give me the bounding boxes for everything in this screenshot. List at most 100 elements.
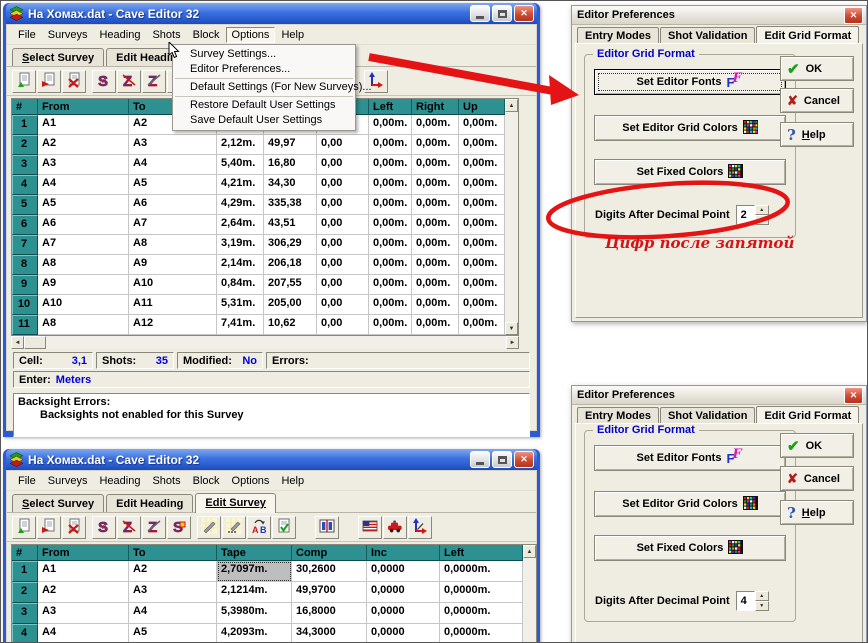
row-number-cell[interactable]: 3: [12, 155, 38, 175]
close-icon[interactable]: ✕: [844, 7, 863, 24]
book-button[interactable]: [315, 516, 339, 539]
grid-cell-up[interactable]: 0,00m.: [459, 275, 505, 295]
tab-shot-validation[interactable]: Shot Validation: [660, 27, 755, 44]
grid-cell-to[interactable]: A10: [129, 275, 217, 295]
grid-cell-inc[interactable]: 0,00: [317, 195, 369, 215]
row-number-cell[interactable]: 7: [12, 235, 38, 255]
set-editor-grid-colors-button[interactable]: Set Editor Grid Colors: [594, 491, 786, 517]
grid-cell-inc[interactable]: 0,0000: [367, 561, 440, 582]
grid-cell-from[interactable]: A3: [38, 603, 129, 624]
menu-block[interactable]: Block: [187, 27, 226, 43]
grid-cell-tape[interactable]: 2,7097m.: [217, 561, 292, 582]
grid-cell-comp[interactable]: 10,62: [264, 315, 317, 335]
grid-cell-tape[interactable]: 2,64m.: [217, 215, 264, 235]
grid-cell-to[interactable]: A6: [129, 195, 217, 215]
titlebar[interactable]: На Хомах.dat - Cave Editor 32 ✕: [6, 3, 537, 24]
minimize-button[interactable]: [470, 5, 490, 22]
grid-cell-comp[interactable]: 43,51: [264, 215, 317, 235]
menu-block[interactable]: Block: [187, 473, 226, 489]
flashlight-dots-button[interactable]: [222, 516, 246, 539]
spin-up-icon[interactable]: ▲: [755, 591, 769, 601]
grid-cell-right[interactable]: 0,00m.: [412, 255, 459, 275]
grid-cell-inc[interactable]: 0,00: [317, 275, 369, 295]
column-header-up[interactable]: Up: [459, 99, 505, 115]
digits-input[interactable]: 4: [736, 591, 755, 611]
grid-cell-left[interactable]: 0,00m.: [369, 135, 412, 155]
grid-cell-comp[interactable]: 205,00: [264, 295, 317, 315]
tab-select-survey[interactable]: Select Survey: [12, 494, 104, 512]
column-header-left[interactable]: Left: [369, 99, 412, 115]
grid-cell-from[interactable]: A3: [38, 155, 129, 175]
grid-cell-right[interactable]: 0,00m.: [412, 195, 459, 215]
tab-shot-validation[interactable]: Shot Validation: [660, 407, 755, 424]
menu-item-survey-settings[interactable]: Survey Settings...: [173, 47, 355, 62]
help-button[interactable]: ?Help: [780, 500, 854, 525]
ok-button[interactable]: ✔OK: [780, 433, 854, 458]
grid-cell-up[interactable]: 0,00m.: [459, 235, 505, 255]
grid-cell-up[interactable]: 0,00m.: [459, 255, 505, 275]
grid-cell-inc[interactable]: 0,00: [317, 255, 369, 275]
grid-cell-comp[interactable]: 16,8000: [292, 603, 367, 624]
vertical-scrollbar[interactable]: ▲ ▼: [505, 99, 518, 335]
menu-shots[interactable]: Shots: [146, 473, 186, 489]
maximize-button[interactable]: [492, 451, 512, 468]
spin-down-icon[interactable]: ▼: [755, 601, 769, 611]
scroll-down-icon[interactable]: ▼: [505, 322, 518, 335]
grid-cell-comp[interactable]: 30,2600: [292, 561, 367, 582]
row-number-cell[interactable]: 3: [12, 603, 38, 624]
grid-cell-inc[interactable]: 0,00: [317, 315, 369, 335]
grid-cell-comp[interactable]: 34,3000: [292, 624, 367, 643]
titlebar[interactable]: На Хомах.dat - Cave Editor 32 ✕: [6, 449, 537, 470]
menu-surveys[interactable]: Surveys: [42, 27, 94, 43]
menu-heading[interactable]: Heading: [93, 473, 146, 489]
grid-cell-tape[interactable]: 2,12m.: [217, 135, 264, 155]
maximize-button[interactable]: [492, 5, 512, 22]
grid-cell-left[interactable]: 0,0000m.: [440, 624, 523, 643]
vertical-scrollbar[interactable]: ▲: [523, 545, 536, 643]
horizontal-scrollbar[interactable]: ◄ ►: [11, 336, 519, 349]
row-number-cell[interactable]: 8: [12, 255, 38, 275]
insert-row-button[interactable]: [37, 70, 61, 93]
grid-cell-comp[interactable]: 49,97: [264, 135, 317, 155]
grid-cell-tape[interactable]: 2,14m.: [217, 255, 264, 275]
column-header-n[interactable]: #: [12, 545, 38, 561]
row-number-cell[interactable]: 5: [12, 195, 38, 215]
grid-cell-to[interactable]: A7: [129, 215, 217, 235]
grid-cell-from[interactable]: A9: [38, 275, 129, 295]
delete-row-button[interactable]: [62, 70, 86, 93]
tab-edit-grid-format[interactable]: Edit Grid Format: [756, 406, 859, 423]
grid-cell-right[interactable]: 0,00m.: [412, 315, 459, 335]
grid-cell-right[interactable]: 0,00m.: [412, 155, 459, 175]
grid-cell-comp[interactable]: 306,29: [264, 235, 317, 255]
grid-cell-from[interactable]: A4: [38, 175, 129, 195]
grid-cell-to[interactable]: A2: [129, 561, 217, 582]
column-header-comp[interactable]: Comp: [292, 545, 367, 561]
grid-cell-left[interactable]: 0,00m.: [369, 115, 412, 135]
grid-cell-tape[interactable]: 4,21m.: [217, 175, 264, 195]
grid-cell-up[interactable]: 0,00m.: [459, 115, 505, 135]
close-icon[interactable]: ✕: [844, 387, 863, 404]
set-editor-fonts-button[interactable]: Set Editor Fonts FF: [594, 69, 786, 95]
row-number-cell[interactable]: 4: [12, 175, 38, 195]
grid-cell-comp[interactable]: 34,30: [264, 175, 317, 195]
menu-shots[interactable]: Shots: [146, 27, 186, 43]
set-editor-fonts-button[interactable]: Set Editor Fonts FF: [594, 445, 786, 471]
scroll-left-icon[interactable]: ◄: [11, 336, 24, 349]
car-button[interactable]: [383, 516, 407, 539]
dialog-titlebar[interactable]: Editor Preferences ✕: [572, 6, 866, 25]
grid-cell-comp[interactable]: 206,18: [264, 255, 317, 275]
tab-entry-modes[interactable]: Entry Modes: [577, 27, 659, 44]
tab-select-survey[interactable]: Select Survey: [12, 48, 104, 66]
grid-cell-to[interactable]: A11: [129, 295, 217, 315]
sort-s-color-button[interactable]: S: [167, 516, 191, 539]
sort-s-button[interactable]: SA: [92, 70, 116, 93]
row-number-cell[interactable]: 1: [12, 561, 38, 582]
grid-cell-to[interactable]: A3: [129, 135, 217, 155]
grid-cell-from[interactable]: A2: [38, 582, 129, 603]
column-header-from[interactable]: From: [38, 545, 129, 561]
grid-cell-tape[interactable]: 4,2093m.: [217, 624, 292, 643]
grid-cell-up[interactable]: 0,00m.: [459, 195, 505, 215]
set-fixed-colors-button[interactable]: Set Fixed Colors: [594, 535, 786, 561]
grid-cell-to[interactable]: A12: [129, 315, 217, 335]
spin-up-icon[interactable]: ▲: [755, 205, 769, 215]
